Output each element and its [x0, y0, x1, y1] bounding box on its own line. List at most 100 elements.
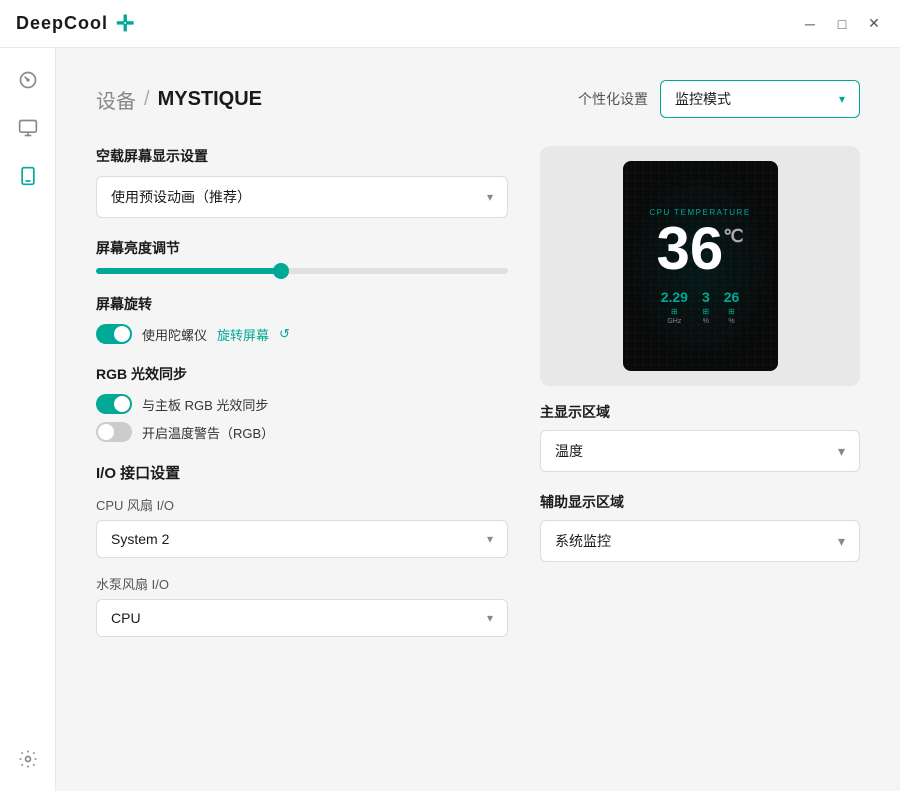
- content-columns: 空载屏幕显示设置 使用预设动画（推荐） ▾ 屏幕亮度调节 屏: [96, 146, 860, 759]
- rotation-link2[interactable]: ↺: [279, 326, 290, 342]
- screen-temp: 36 ℃: [657, 219, 744, 279]
- main-content: 设备 / MYSTIQUE 个性化设置 监控模式 ▾ 空载屏幕显示设置: [56, 48, 900, 791]
- sidebar: [0, 48, 56, 791]
- rotation-label: 屏幕旋转: [96, 294, 508, 314]
- screen-stat-label-2: %: [728, 318, 734, 325]
- idle-screen-label: 空载屏幕显示设置: [96, 146, 508, 166]
- titlebar: DeepCool ✛ ─ □ ✕: [0, 0, 900, 48]
- idle-screen-chevron: ▾: [487, 190, 493, 204]
- right-panel: CPU TEMPERATURE 36 ℃ 2.29 ⊞ GHz: [540, 146, 860, 759]
- breadcrumb-parent: 设备: [96, 85, 136, 114]
- aux-display-chevron: ▾: [838, 533, 845, 550]
- breadcrumb-separator: /: [144, 88, 150, 111]
- mode-select-value: 监控模式: [675, 89, 731, 109]
- device-preview-card: CPU TEMPERATURE 36 ℃ 2.29 ⊞ GHz: [540, 146, 860, 386]
- rgb-sync-row: 与主板 RGB 光效同步: [96, 394, 508, 414]
- device-icon: [18, 166, 38, 186]
- gauge-icon: [18, 70, 38, 90]
- screen-temp-value: 36: [657, 219, 724, 279]
- cpu-fan-select[interactable]: System 2 ▾: [96, 520, 508, 558]
- breadcrumb: 设备 / MYSTIQUE: [96, 85, 262, 114]
- screen-stat-value-0: 2.29: [661, 289, 688, 305]
- main-display-chevron: ▾: [838, 443, 845, 460]
- header-right: 个性化设置 监控模式 ▾: [578, 80, 860, 118]
- screen-stat-1: 3 ⊞ %: [702, 289, 710, 325]
- brightness-slider-track[interactable]: [96, 268, 508, 274]
- mode-select[interactable]: 监控模式 ▾: [660, 80, 860, 118]
- cpu-fan-label: CPU 风扇 I/O: [96, 495, 508, 514]
- screen-stat-0: 2.29 ⊞ GHz: [661, 289, 688, 325]
- screen-stat-value-2: 26: [724, 289, 740, 305]
- idle-screen-select[interactable]: 使用预设动画（推荐） ▾: [96, 176, 508, 218]
- main-display-label: 主显示区域: [540, 402, 860, 422]
- cpu-fan-block: CPU 风扇 I/O System 2 ▾: [96, 495, 508, 558]
- screen-temp-unit: ℃: [723, 227, 743, 245]
- cpu-fan-chevron: ▾: [487, 532, 493, 546]
- rgb-temp-label: 开启温度警告（RGB）: [142, 423, 274, 442]
- screen-stat-icon-1: ⊞: [702, 307, 709, 316]
- window-controls: ─ □ ✕: [800, 14, 884, 34]
- aux-display-label: 辅助显示区域: [540, 492, 860, 512]
- sidebar-item-settings[interactable]: [8, 739, 48, 779]
- idle-screen-value: 使用预设动画（推荐）: [111, 187, 251, 207]
- water-pump-value: CPU: [111, 610, 141, 626]
- monitor-icon: [18, 118, 38, 138]
- rgb-sync-label: 与主板 RGB 光效同步: [142, 395, 268, 414]
- mode-select-chevron: ▾: [839, 92, 845, 106]
- screen-stat-icon-2: ⊞: [728, 307, 735, 316]
- screen-content: CPU TEMPERATURE 36 ℃ 2.29 ⊞ GHz: [635, 208, 766, 325]
- screen-stat-value-1: 3: [702, 289, 710, 305]
- rgb-sync-toggle-knob: [114, 396, 130, 412]
- rgb-section: RGB 光效同步 与主板 RGB 光效同步 开启温度警告（RGB）: [96, 364, 508, 442]
- io-title: I/O 接口设置: [96, 462, 508, 483]
- aux-display-select[interactable]: 系统监控 ▾: [540, 520, 860, 562]
- brightness-section: 屏幕亮度调节: [96, 238, 508, 274]
- main-display-select[interactable]: 温度 ▾: [540, 430, 860, 472]
- water-pump-block: 水泵风扇 I/O CPU ▾: [96, 574, 508, 637]
- breadcrumb-current: MYSTIQUE: [158, 88, 262, 111]
- rotation-toggle-label: 使用陀螺仪: [142, 325, 207, 344]
- rotation-section: 屏幕旋转 使用陀螺仪 旋转屏幕 ↺: [96, 294, 508, 344]
- cpu-fan-value: System 2: [111, 531, 169, 547]
- sidebar-item-gauge[interactable]: [8, 60, 48, 100]
- aux-display-section: 辅助显示区域 系统监控 ▾: [540, 492, 860, 562]
- water-pump-label: 水泵风扇 I/O: [96, 574, 508, 593]
- idle-screen-section: 空载屏幕显示设置 使用预设动画（推荐） ▾: [96, 146, 508, 218]
- rgb-temp-row: 开启温度警告（RGB）: [96, 422, 508, 442]
- io-section: I/O 接口设置 CPU 风扇 I/O System 2 ▾ 水泵风扇 I/O …: [96, 462, 508, 653]
- rotation-toggle-row: 使用陀螺仪 旋转屏幕 ↺: [96, 324, 508, 344]
- sidebar-item-device[interactable]: [8, 156, 48, 196]
- brightness-slider-thumb[interactable]: [273, 263, 289, 279]
- app-name: DeepCool: [16, 13, 108, 34]
- sidebar-item-monitor[interactable]: [8, 108, 48, 148]
- brightness-label: 屏幕亮度调节: [96, 238, 508, 258]
- brightness-slider-fill: [96, 268, 281, 274]
- rotation-toggle-knob: [114, 326, 130, 342]
- maximize-button[interactable]: □: [832, 14, 852, 34]
- aux-display-value: 系统监控: [555, 531, 611, 551]
- main-display-section: 主显示区域 温度 ▾: [540, 402, 860, 472]
- screen-stats: 2.29 ⊞ GHz 3 ⊞ % 26: [661, 289, 740, 325]
- rgb-temp-toggle[interactable]: [96, 422, 132, 442]
- water-pump-chevron: ▾: [487, 611, 493, 625]
- page-header: 设备 / MYSTIQUE 个性化设置 监控模式 ▾: [96, 80, 860, 118]
- rgb-sync-toggle[interactable]: [96, 394, 132, 414]
- minimize-button[interactable]: ─: [800, 14, 820, 34]
- screen-stat-label-1: %: [703, 318, 709, 325]
- screen-stat-icon-0: ⊞: [671, 307, 678, 316]
- app-body: 设备 / MYSTIQUE 个性化设置 监控模式 ▾ 空载屏幕显示设置: [0, 48, 900, 791]
- device-screen: CPU TEMPERATURE 36 ℃ 2.29 ⊞ GHz: [623, 161, 778, 371]
- rotation-toggle[interactable]: [96, 324, 132, 344]
- rgb-label: RGB 光效同步: [96, 364, 508, 384]
- left-panel: 空载屏幕显示设置 使用预设动画（推荐） ▾ 屏幕亮度调节 屏: [96, 146, 508, 759]
- screen-stat-2: 26 ⊞ %: [724, 289, 740, 325]
- rgb-temp-toggle-knob: [98, 424, 114, 440]
- screen-stat-label-0: GHz: [667, 318, 681, 325]
- personalization-label: 个性化设置: [578, 89, 648, 109]
- rotation-link[interactable]: 旋转屏幕: [217, 325, 269, 344]
- main-display-value: 温度: [555, 441, 583, 461]
- water-pump-select[interactable]: CPU ▾: [96, 599, 508, 637]
- close-button[interactable]: ✕: [864, 14, 884, 34]
- logo-icon: ✛: [116, 11, 134, 37]
- settings-icon: [18, 749, 38, 769]
